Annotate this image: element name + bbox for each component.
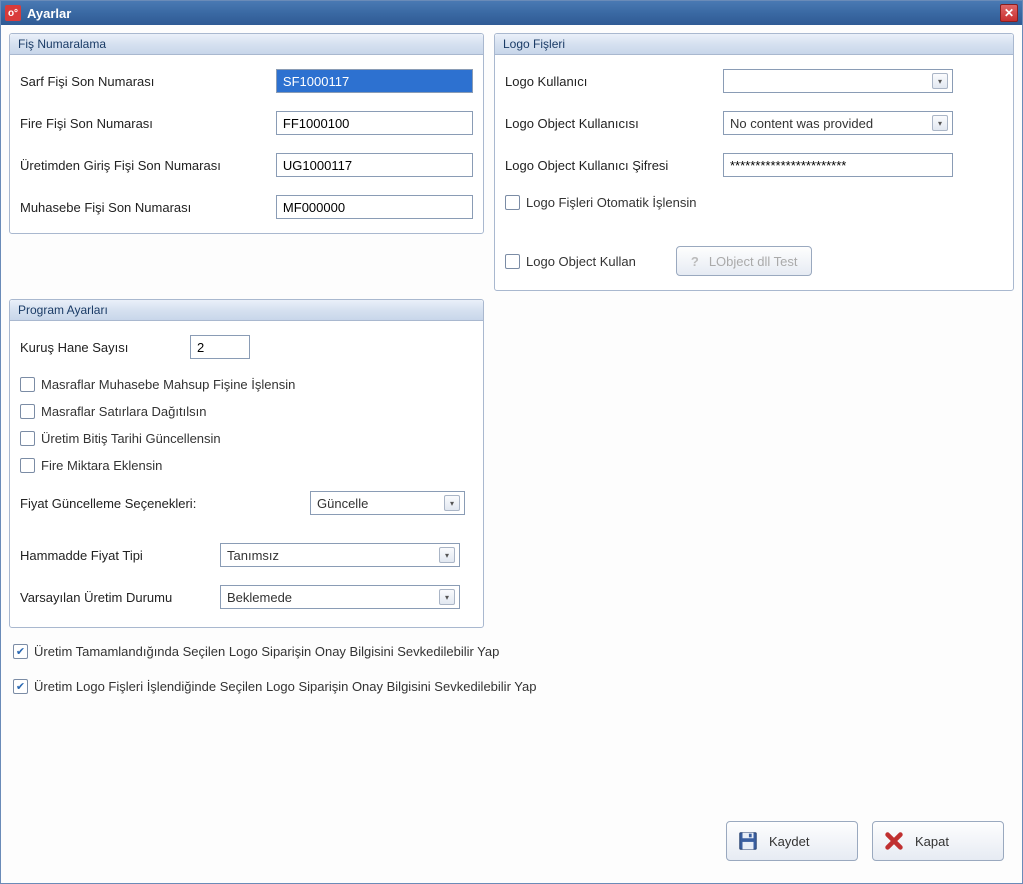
select-hammadde[interactable]: Tanımsız ▾ <box>220 543 460 567</box>
label-masraf-muhasebe: Masraflar Muhasebe Mahsup Fişine İşlensi… <box>41 377 295 392</box>
label-kurus: Kuruş Hane Sayısı <box>20 340 190 355</box>
checkbox-masraf-satir[interactable] <box>20 404 35 419</box>
footer-buttons: Kaydet Kapat <box>9 815 1014 875</box>
label-sarf-fis: Sarf Fişi Son Numarası <box>20 74 276 89</box>
checkbox-bitis-tarihi[interactable] <box>20 431 35 446</box>
chevron-down-icon: ▾ <box>444 495 460 511</box>
label-fire-fis: Fire Fişi Son Numarası <box>20 116 276 131</box>
label-muhasebe-fis: Muhasebe Fişi Son Numarası <box>20 200 276 215</box>
label-logo-auto: Logo Fişleri Otomatik İşlensin <box>526 195 697 210</box>
close-button[interactable]: Kapat <box>872 821 1004 861</box>
label-uretim-tamamlandiginda: Üretim Tamamlandığında Seçilen Logo Sipa… <box>34 644 499 659</box>
label-logo-obj-sifre: Logo Object Kullanıcı Şifresi <box>505 158 723 173</box>
input-fire-fis[interactable] <box>276 111 473 135</box>
save-button[interactable]: Kaydet <box>726 821 858 861</box>
save-icon <box>737 830 759 852</box>
chevron-down-icon: ▾ <box>439 589 455 605</box>
select-fiyat-guncelleme[interactable]: Güncelle ▾ <box>310 491 465 515</box>
panel-header-logo: Logo Fişleri <box>495 34 1013 55</box>
settings-window: o° Ayarlar ✕ Fiş Numaralama Sarf Fişi So… <box>0 0 1023 884</box>
checkbox-fire-miktar[interactable] <box>20 458 35 473</box>
label-logo-kullanici: Logo Kullanıcı <box>505 74 723 89</box>
panel-program-ayarlari: Program Ayarları Kuruş Hane Sayısı Masra… <box>9 299 484 628</box>
app-icon: o° <box>5 5 21 21</box>
chevron-down-icon: ▾ <box>932 115 948 131</box>
button-lobject-test[interactable]: ? LObject dll Test <box>676 246 813 276</box>
window-title: Ayarlar <box>27 6 71 21</box>
checkbox-uretim-logo-islendiginde[interactable] <box>13 679 28 694</box>
label-hammadde: Hammadde Fiyat Tipi <box>20 548 220 563</box>
chevron-down-icon: ▾ <box>439 547 455 563</box>
close-icon <box>883 830 905 852</box>
input-sarf-fis[interactable] <box>276 69 473 93</box>
checkbox-logo-obj-kullan[interactable] <box>505 254 520 269</box>
panel-logo-fisleri: Logo Fişleri Logo Kullanıcı ▾ Logo Objec… <box>494 33 1014 291</box>
select-logo-kullanici[interactable]: ▾ <box>723 69 953 93</box>
select-logo-obj-kullanici[interactable]: No content was provided ▾ <box>723 111 953 135</box>
panel-header-program: Program Ayarları <box>10 300 483 321</box>
checkbox-uretim-tamamlandiginda[interactable] <box>13 644 28 659</box>
input-logo-obj-sifre[interactable] <box>723 153 953 177</box>
label-varsayilan: Varsayılan Üretim Durumu <box>20 590 220 605</box>
help-icon: ? <box>691 254 699 269</box>
input-uretim-fis[interactable] <box>276 153 473 177</box>
lower-options: Üretim Tamamlandığında Seçilen Logo Sipa… <box>9 636 1014 714</box>
checkbox-masraf-muhasebe[interactable] <box>20 377 35 392</box>
label-bitis-tarihi: Üretim Bitiş Tarihi Güncellensin <box>41 431 221 446</box>
titlebar: o° Ayarlar ✕ <box>1 1 1022 25</box>
input-kurus[interactable] <box>190 335 250 359</box>
checkbox-logo-auto[interactable] <box>505 195 520 210</box>
label-uretim-logo-islendiginde: Üretim Logo Fişleri İşlendiğinde Seçilen… <box>34 679 536 694</box>
label-uretim-fis: Üretimden Giriş Fişi Son Numarası <box>20 158 276 173</box>
label-fiyat-guncelleme: Fiyat Güncelleme Seçenekleri: <box>20 496 310 511</box>
label-fire-miktar: Fire Miktara Eklensin <box>41 458 162 473</box>
label-logo-obj-kullan: Logo Object Kullan <box>526 254 636 269</box>
label-logo-obj-kullanici: Logo Object Kullanıcısı <box>505 116 723 131</box>
select-varsayilan[interactable]: Beklemede ▾ <box>220 585 460 609</box>
panel-header-fis: Fiş Numaralama <box>10 34 483 55</box>
window-close-button[interactable]: ✕ <box>1000 4 1018 22</box>
panel-fis-numaralama: Fiş Numaralama Sarf Fişi Son Numarası Fi… <box>9 33 484 234</box>
chevron-down-icon: ▾ <box>932 73 948 89</box>
label-masraf-satir: Masraflar Satırlara Dağıtılsın <box>41 404 206 419</box>
input-muhasebe-fis[interactable] <box>276 195 473 219</box>
